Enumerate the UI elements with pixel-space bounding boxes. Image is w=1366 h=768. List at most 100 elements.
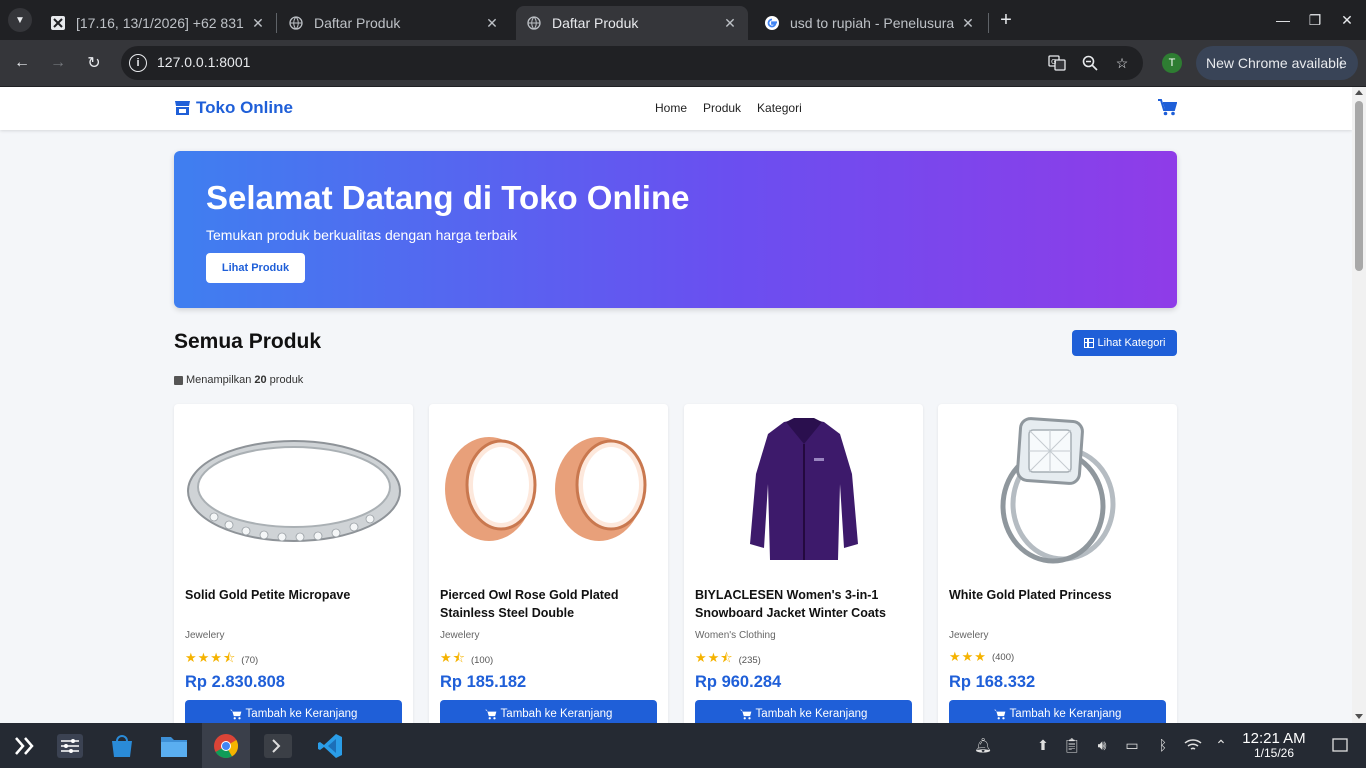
add-to-cart-label: Tambah ke Keranjang (245, 708, 358, 720)
back-arrow-icon[interactable]: ← (10, 51, 34, 75)
tab-strip: ▼ [17.16, 13/1/2026] +62 831- ✕ Daftar P… (0, 0, 1366, 40)
forward-arrow-icon[interactable]: → (46, 51, 70, 75)
grid-icon (1083, 338, 1094, 348)
add-to-cart-button[interactable]: Tambah ke Keranjang (440, 700, 657, 723)
battery-icon[interactable]: ▭ (1123, 736, 1141, 754)
scroll-down-arrow-icon[interactable] (1355, 714, 1363, 719)
tab-search-button[interactable]: ▼ (8, 8, 32, 32)
window-close-button[interactable]: ✕ (1335, 8, 1359, 32)
bookmark-star-icon[interactable]: ☆ (1113, 54, 1131, 72)
update-tray-icon[interactable]: ⬆ (1034, 736, 1052, 754)
star-icons: ★★★ (949, 649, 987, 664)
tab-separator (276, 13, 277, 33)
settings-app-icon[interactable] (46, 723, 94, 768)
product-name[interactable]: Solid Gold Petite Micropave (185, 586, 405, 604)
site-brand[interactable]: Toko Online (174, 98, 293, 118)
url-text[interactable]: 127.0.0.1:8001 (157, 54, 250, 70)
nav-kategori[interactable]: Kategori (757, 101, 802, 115)
product-image-silver-ring[interactable] (174, 404, 413, 574)
tab-google-search[interactable]: usd to rupiah - Penelusuran ✕ (754, 6, 986, 40)
new-tab-button[interactable]: + (994, 8, 1018, 32)
product-name[interactable]: Pierced Owl Rose Gold Plated Stainless S… (440, 586, 660, 622)
product-name[interactable]: White Gold Plated Princess (949, 586, 1169, 604)
lihat-kategori-button[interactable]: Lihat Kategori (1072, 330, 1177, 356)
product-price: Rp 2.830.808 (185, 673, 285, 691)
tab-close-icon[interactable]: ✕ (484, 15, 500, 31)
maximize-button[interactable]: ❐ (1303, 8, 1327, 32)
lihat-produk-button[interactable]: Lihat Produk (206, 253, 305, 283)
update-chrome-button[interactable]: New Chrome available ⋮ (1196, 46, 1358, 80)
add-to-cart-button[interactable]: Tambah ke Keranjang (185, 700, 402, 723)
product-rating: ★⯪ (100) (440, 649, 493, 671)
main-nav: Home Produk Kategori (655, 101, 802, 115)
tab-title: [17.16, 13/1/2026] +62 831- (76, 15, 244, 31)
add-to-cart-button[interactable]: Tambah ke Keranjang (695, 700, 912, 723)
tab-close-icon[interactable]: ✕ (722, 15, 738, 31)
site-navbar: Toko Online Home Produk Kategori (0, 87, 1352, 130)
clock-time: 12:21 AM (1242, 730, 1306, 747)
hero-subtitle: Temukan produk berkualitas dengan harga … (206, 227, 518, 243)
cart-icon[interactable] (1158, 99, 1177, 116)
product-image-princess-ring[interactable] (938, 404, 1177, 574)
add-to-cart-button[interactable]: Tambah ke Keranjang (949, 700, 1166, 723)
product-card[interactable]: BIYLACLESEN Women's 3-in-1 Snowboard Jac… (684, 404, 923, 723)
volume-icon[interactable]: 🔊︎ (1093, 736, 1111, 754)
product-price: Rp 185.182 (440, 673, 527, 691)
chrome-app-icon[interactable] (202, 723, 250, 768)
tab-whatsapp[interactable]: [17.16, 13/1/2026] +62 831- ✕ (40, 6, 276, 40)
tab-close-icon[interactable]: ✕ (250, 15, 266, 31)
reload-icon[interactable]: ↻ (82, 51, 106, 75)
tab-title: usd to rupiah - Penelusuran (790, 15, 954, 31)
product-rating: ★★★ (400) (949, 649, 1014, 665)
tab-daftar-produk-1[interactable]: Daftar Produk ✕ (278, 6, 510, 40)
browser-toolbar: ← → ↻ i 127.0.0.1:8001 G ☆ T New Chrome … (0, 40, 1366, 86)
minimize-button[interactable]: — (1271, 8, 1295, 32)
product-name[interactable]: BIYLACLESEN Women's 3-in-1 Snowboard Jac… (695, 586, 915, 622)
product-image-rose-gold-plugs[interactable] (429, 404, 668, 574)
terminal-app-icon[interactable] (254, 723, 302, 768)
count-suffix: produk (269, 374, 304, 386)
product-category: Women's Clothing (695, 630, 776, 641)
app-launcher-icon[interactable] (0, 723, 48, 768)
zoom-icon[interactable] (1081, 54, 1099, 72)
nav-home[interactable]: Home (655, 101, 687, 115)
page-scrollbar[interactable] (1352, 87, 1366, 723)
tab-daftar-produk-active[interactable]: Daftar Produk ✕ (516, 6, 748, 40)
store-icon (175, 101, 190, 115)
tab-title: Daftar Produk (552, 15, 639, 31)
product-image-purple-jacket[interactable] (684, 404, 923, 574)
bluetooth-icon[interactable]: ᛒ (1154, 736, 1172, 754)
wifi-icon[interactable] (1184, 736, 1202, 754)
product-card[interactable]: White Gold Plated Princess Jewelery ★★★ … (938, 404, 1177, 723)
profile-avatar[interactable]: T (1162, 53, 1182, 73)
clipboard-icon[interactable]: 📋︎ (1063, 736, 1081, 754)
vscode-app-icon[interactable] (306, 723, 354, 768)
address-bar[interactable]: i 127.0.0.1:8001 G ☆ (121, 46, 1143, 80)
star-icons: ★⯪ (440, 650, 466, 665)
tab-close-icon[interactable]: ✕ (960, 15, 976, 31)
product-rating: ★★⯪ (235) (695, 649, 761, 671)
product-card[interactable]: Solid Gold Petite Micropave Jewelery ★★★… (174, 404, 413, 723)
tray-expand-chevron-icon[interactable]: ⌃ (1212, 736, 1230, 754)
translate-icon[interactable]: G (1048, 54, 1066, 72)
cart-icon (484, 709, 496, 719)
system-clock[interactable]: 12:21 AM 1/15/26 (1238, 730, 1310, 760)
site-info-icon[interactable]: i (129, 54, 147, 72)
file-manager-icon[interactable] (150, 723, 198, 768)
globe-icon (526, 15, 542, 31)
nav-produk[interactable]: Produk (703, 101, 741, 115)
scrollbar-thumb[interactable] (1355, 101, 1363, 271)
scroll-up-arrow-icon[interactable] (1355, 90, 1363, 95)
product-category: Jewelery (440, 630, 480, 641)
menu-dots-icon[interactable]: ⋮ (1334, 54, 1348, 71)
show-desktop-icon[interactable] (1331, 736, 1349, 754)
review-count: (235) (738, 654, 761, 666)
star-icons: ★★★⯪ (185, 650, 237, 665)
store-app-icon[interactable] (98, 723, 146, 768)
product-card[interactable]: Pierced Owl Rose Gold Plated Stainless S… (429, 404, 668, 723)
update-label: New Chrome available (1206, 55, 1347, 71)
star-icons: ★★⯪ (695, 650, 734, 665)
count-prefix: Menampilkan (186, 374, 252, 386)
os-taskbar: 🔔︎ ⬆ 📋︎ 🔊︎ ▭ ᛒ ⌃ 12:21 AM 1/15/26 (0, 723, 1366, 768)
notification-bell-icon[interactable]: 🔔︎ (974, 736, 992, 754)
